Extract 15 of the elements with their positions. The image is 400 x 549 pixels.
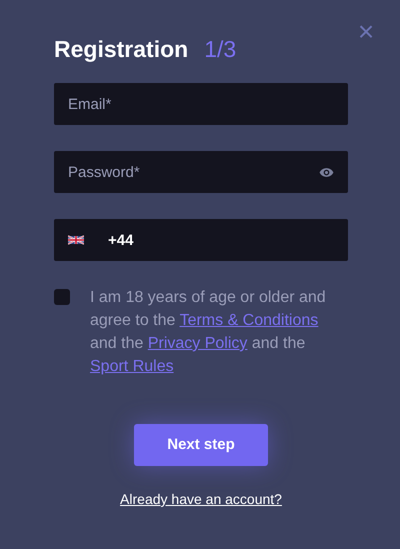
terms-link[interactable]: Sport Rules	[90, 358, 174, 375]
show-password-icon[interactable]	[319, 165, 334, 180]
consent-text: I am 18 years of age or older and agree to the Terms & Conditions and the Privacy Policy and the Sport Rules	[90, 288, 327, 377]
uk-flag-icon[interactable]	[68, 235, 84, 245]
phone-field[interactable]: +44	[54, 219, 348, 261]
form-title: Registration	[54, 35, 188, 64]
login-link[interactable]: Already have an account?	[120, 489, 282, 510]
close-button[interactable]: ×	[354, 18, 378, 46]
terms-link[interactable]: Terms & Conditions	[180, 312, 318, 329]
email-field[interactable]: Email*	[54, 83, 348, 125]
terms-link[interactable]: Privacy Policy	[148, 335, 248, 352]
step-counter: 1/3	[204, 35, 236, 64]
next-step-button[interactable]: Next step	[134, 424, 268, 466]
password-field[interactable]: Password*	[54, 151, 348, 193]
age-checkbox[interactable]	[54, 289, 70, 305]
